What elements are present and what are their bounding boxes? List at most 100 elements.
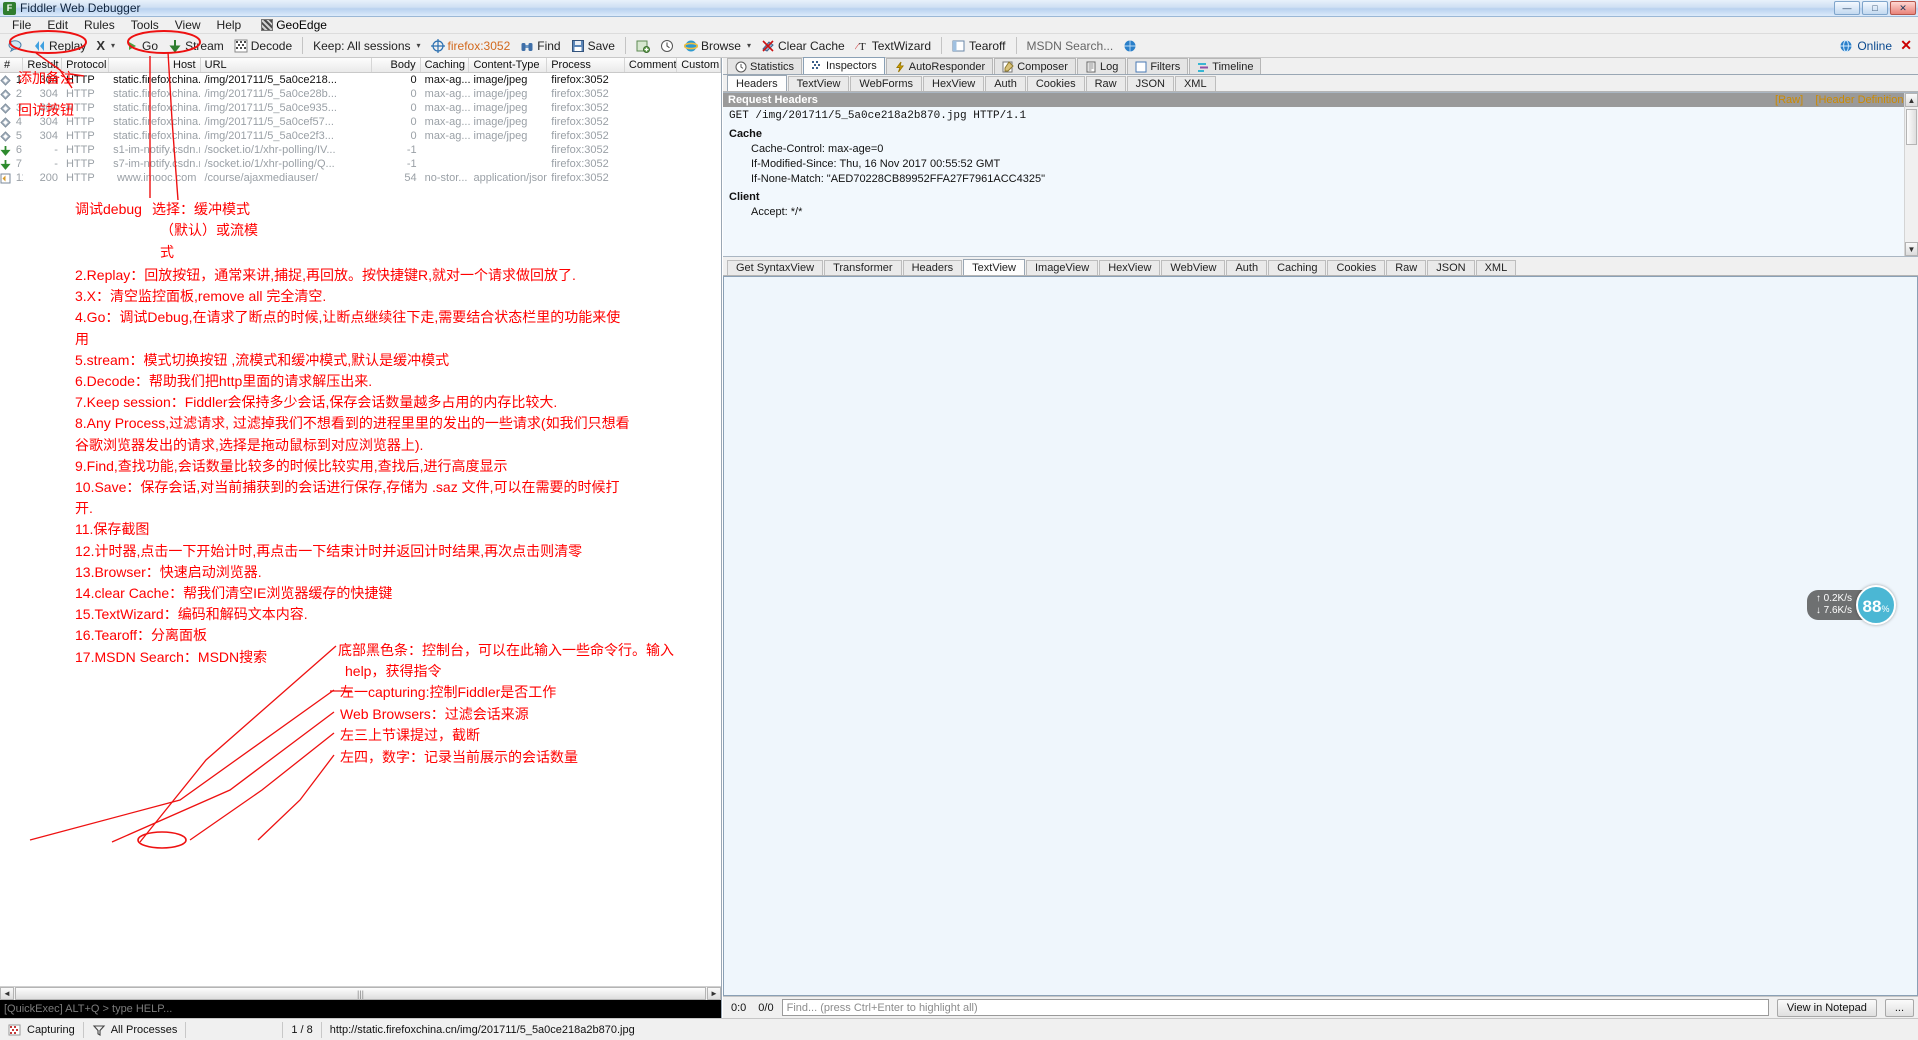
request-tab-headers[interactable]: Headers xyxy=(727,75,787,91)
replay-button[interactable]: Replay xyxy=(27,38,91,54)
menu-item-geoedge[interactable]: GeoEdge xyxy=(261,18,327,32)
response-tab-auth[interactable]: Auth xyxy=(1226,260,1268,275)
request-tab-hexview[interactable]: HexView xyxy=(923,76,985,91)
column-header-host[interactable]: Host xyxy=(109,58,201,72)
header-definitions-link[interactable]: [Header Definitions] xyxy=(1815,94,1912,106)
response-tab-transformer[interactable]: Transformer xyxy=(824,260,902,275)
view-in-notepad-button[interactable]: View in Notepad xyxy=(1776,998,1877,1017)
scroll-down-arrow[interactable]: ▼ xyxy=(1905,242,1918,256)
tab-autoresponder[interactable]: AutoResponder xyxy=(885,58,994,74)
response-tab-xml[interactable]: XML xyxy=(1475,260,1517,275)
response-textview-body[interactable] xyxy=(723,276,1918,996)
scroll-up-arrow[interactable]: ▲ xyxy=(1905,93,1918,107)
column-header-content-type[interactable]: Content-Type xyxy=(469,58,548,72)
request-tab-xml[interactable]: XML xyxy=(1174,76,1216,91)
response-tab-get-syntaxview[interactable]: Get SyntaxView xyxy=(727,260,824,275)
request-tab-json[interactable]: JSON xyxy=(1126,76,1174,91)
table-row[interactable]: 2 304 HTTP static.firefoxchina.cn/img/20171… xyxy=(0,87,721,101)
response-tab-hexview[interactable]: HexView xyxy=(1099,260,1161,275)
chevron-down-icon[interactable]: ▾ xyxy=(747,41,751,50)
network-score-badge[interactable]: 88% xyxy=(1856,585,1896,625)
textwizard-button[interactable]: ⁄ T TextWizard xyxy=(850,38,936,54)
column-header-comments[interactable]: Comments xyxy=(625,58,678,72)
timer-button[interactable] xyxy=(655,38,679,54)
scroll-right-arrow[interactable]: ► xyxy=(707,987,721,1000)
menu-item-view[interactable]: View xyxy=(167,17,209,33)
column-header-body[interactable]: Body xyxy=(372,58,421,72)
tab-log[interactable]: Log xyxy=(1076,58,1127,74)
network-speed-widget[interactable]: ↑ 0.2K/s ↓ 7.6K/s 88% xyxy=(1806,585,1896,625)
comment-button[interactable] xyxy=(3,38,27,54)
chevron-down-icon[interactable]: ▾ xyxy=(417,41,421,50)
table-row[interactable]: 7 -HTTP s7-im-notify.csdn.net/socket.io/1/… xyxy=(0,157,721,171)
menu-item-tools[interactable]: Tools xyxy=(123,17,167,33)
keep-sessions-dropdown[interactable]: Keep: All sessions ▾ xyxy=(308,38,425,54)
tab-composer[interactable]: Composer xyxy=(994,58,1076,74)
capturing-toggle[interactable]: Capturing xyxy=(0,1019,83,1040)
column-header--[interactable]: # xyxy=(0,58,24,72)
save-button[interactable]: Save xyxy=(566,38,620,54)
msdn-search-input[interactable]: MSDN Search... xyxy=(1022,38,1119,54)
request-tab-cookies[interactable]: Cookies xyxy=(1026,76,1085,91)
more-options-button[interactable]: ... xyxy=(1884,998,1914,1017)
chevron-down-icon[interactable]: ▾ xyxy=(111,41,115,50)
column-header-protocol[interactable]: Protocol xyxy=(62,58,110,72)
maximize-button[interactable]: □ xyxy=(1862,1,1888,15)
menu-item-file[interactable]: File xyxy=(4,17,39,33)
sessions-list[interactable]: 1304HTTPstatic.firefoxchina.cn/img/20171… xyxy=(0,73,721,1040)
window-controls[interactable]: — □ ✕ xyxy=(1834,1,1916,15)
request-tab-auth[interactable]: Auth xyxy=(985,76,1026,91)
stream-button[interactable]: Stream xyxy=(163,38,229,54)
column-header-url[interactable]: URL xyxy=(201,58,372,72)
toolbar-close-button[interactable]: ✕ xyxy=(1900,37,1912,54)
screenshot-button[interactable] xyxy=(631,38,655,54)
raw-link[interactable]: [Raw] xyxy=(1775,94,1803,106)
tearoff-button[interactable]: Tearoff xyxy=(947,38,1010,54)
process-filter-status[interactable]: All Processes xyxy=(84,1019,186,1040)
tab-inspectors[interactable]: Inspectors xyxy=(803,57,885,74)
close-button[interactable]: ✕ xyxy=(1890,1,1916,15)
column-header-caching[interactable]: Caching xyxy=(421,58,470,72)
browse-button[interactable]: Browse ▾ xyxy=(679,38,756,54)
online-indicator[interactable]: Online xyxy=(1839,39,1892,53)
response-tab-headers[interactable]: Headers xyxy=(902,260,963,275)
response-tab-caching[interactable]: Caching xyxy=(1268,260,1327,275)
table-row[interactable]: 6 -HTTP s1-im-notify.csdn.net/socket.io/1/… xyxy=(0,143,721,157)
response-tab-strip[interactable]: Get SyntaxView Transformer Headers TextView… xyxy=(723,259,1918,276)
decode-button[interactable]: Decode xyxy=(229,38,297,54)
column-header-result[interactable]: Result xyxy=(23,58,63,72)
response-tab-raw[interactable]: Raw xyxy=(1386,260,1427,275)
msdn-go-button[interactable] xyxy=(1118,38,1142,54)
scroll-thumb[interactable] xyxy=(1906,109,1917,145)
tab-statistics[interactable]: Statistics xyxy=(727,58,803,74)
sessions-header-row[interactable]: # Result Protocol Host URL Body Caching Content… xyxy=(0,58,721,73)
find-button[interactable]: Find xyxy=(515,38,565,54)
request-tab-raw[interactable]: Raw xyxy=(1085,76,1126,91)
quickexec-input[interactable]: [QuickExec] ALT+Q > type HELP... xyxy=(0,1000,721,1018)
menu-item-edit[interactable]: Edit xyxy=(39,17,76,33)
column-header-process[interactable]: Process xyxy=(547,58,625,72)
table-row[interactable]: 11 200 HTTP www.imooc.com/course/ajaxmediau… xyxy=(0,171,721,185)
clear-cache-button[interactable]: Clear Cache xyxy=(756,38,850,54)
table-row[interactable]: 3 304 HTTP static.firefoxchina.cn/img/20171… xyxy=(0,101,721,115)
menu-item-rules[interactable]: Rules xyxy=(76,17,123,33)
request-tab-webforms[interactable]: WebForms xyxy=(850,76,922,91)
response-tab-imageview[interactable]: ImageView xyxy=(1025,260,1099,275)
response-tab-cookies[interactable]: Cookies xyxy=(1327,260,1386,275)
response-tab-textview[interactable]: TextView xyxy=(963,259,1025,275)
column-header-custom[interactable]: Custom xyxy=(677,58,721,72)
sessions-horizontal-scrollbar[interactable]: ◄ ||| ► xyxy=(0,986,721,1000)
response-tab-json[interactable]: JSON xyxy=(1427,260,1475,275)
find-input[interactable]: Find... (press Ctrl+Enter to highlight a… xyxy=(781,999,1769,1016)
minimize-button[interactable]: — xyxy=(1834,1,1860,15)
clear-button[interactable]: X ▾ xyxy=(91,37,120,54)
request-tab-strip[interactable]: Headers TextView WebForms HexView Auth Cookie… xyxy=(723,75,1918,92)
headers-vertical-scrollbar[interactable]: ▲ ▼ xyxy=(1904,93,1918,256)
status-blank-cell[interactable] xyxy=(186,1019,282,1040)
scroll-thumb[interactable]: ||| xyxy=(15,987,706,1000)
menu-item-help[interactable]: Help xyxy=(209,17,250,33)
request-tab-textview[interactable]: TextView xyxy=(787,76,850,91)
process-filter-button[interactable]: firefox:3052 xyxy=(426,38,516,54)
response-tab-webview[interactable]: WebView xyxy=(1161,260,1226,275)
table-row[interactable]: 5 304 HTTP static.firefoxchina.cn/img/20171… xyxy=(0,129,721,143)
